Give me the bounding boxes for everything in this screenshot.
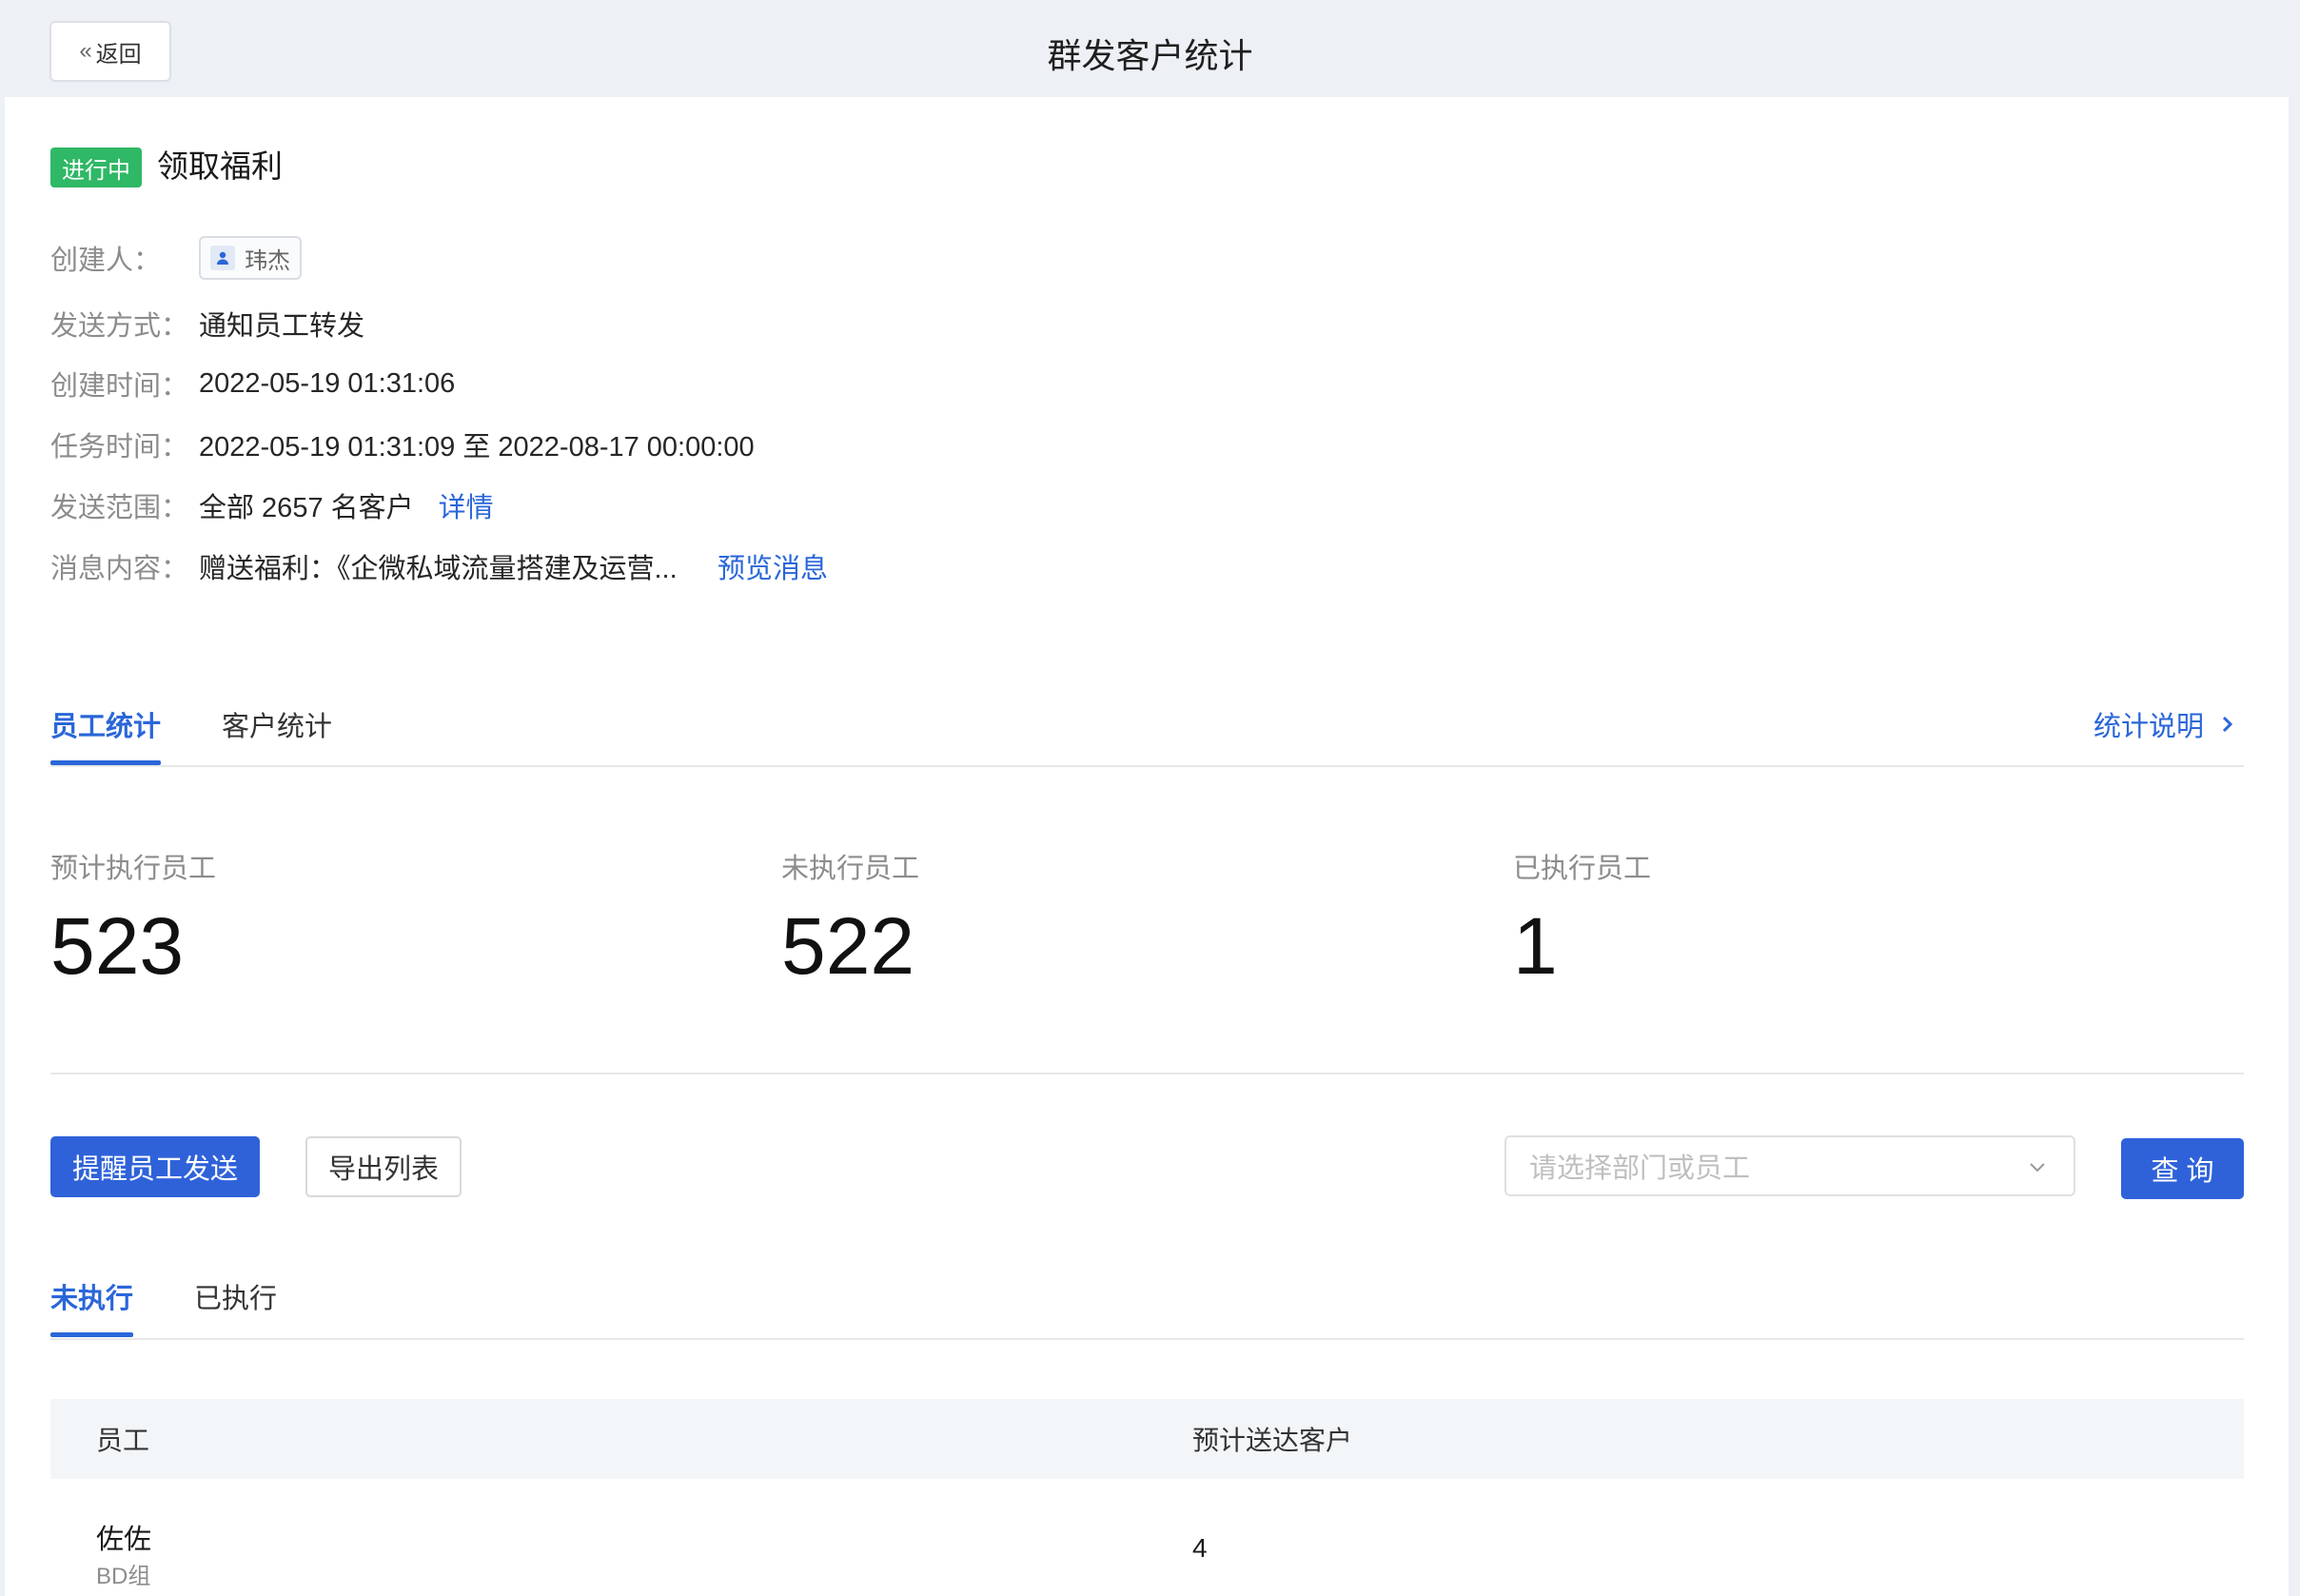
creator-name: 玮杰	[245, 247, 290, 274]
table-row-employee-dept: BD组	[96, 1564, 151, 1589]
created-time-label: 创建时间：	[50, 371, 189, 402]
select-placeholder: 请选择部门或员工	[1529, 1153, 1751, 1184]
chevron-down-icon	[2030, 1163, 2045, 1172]
preview-message-link[interactable]: 预览消息	[718, 546, 828, 586]
stats-note-link[interactable]: 统计说明	[2094, 704, 2242, 744]
content-row: 消息内容： 赠送福利：《企微私域流量搭建及运营... 预览消息	[50, 547, 828, 585]
stat-label-expected: 预计执行员工	[50, 854, 217, 884]
stat-value-expected: 523	[50, 901, 185, 991]
stat-value-unexecuted: 522	[781, 901, 915, 991]
content-label: 消息内容：	[50, 554, 189, 584]
stats-note-label: 统计说明	[2093, 712, 2204, 742]
scope-row: 发送范围： 全部 2657 名客户 详情	[50, 486, 494, 524]
creator-chip[interactable]: 玮杰	[199, 236, 302, 280]
chevron-right-icon	[2222, 716, 2233, 733]
scope-value: 全部 2657 名客户	[199, 493, 414, 523]
stats-divider	[50, 1073, 2244, 1074]
tab-employee-stats[interactable]: 员工统计	[50, 704, 162, 765]
created-time-row: 创建时间： 2022-05-19 01:31:06	[50, 365, 455, 403]
remind-employees-button[interactable]: 提醒员工发送	[50, 1136, 260, 1197]
tabs-divider	[50, 765, 2244, 767]
task-time-label: 任务时间：	[50, 432, 189, 463]
scope-label: 发送范围：	[50, 493, 189, 523]
stat-label-executed: 已执行员工	[1513, 854, 1652, 884]
table-row-employee-name: 佐佐	[96, 1525, 152, 1555]
subtabs-divider	[50, 1338, 2244, 1340]
table-header: 员工 预计送达客户	[50, 1399, 2244, 1479]
tab-customer-stats[interactable]: 客户统计	[222, 704, 332, 744]
export-list-button[interactable]: 导出列表	[305, 1136, 462, 1197]
table-row-customer-count: 4	[1192, 1533, 1208, 1563]
tab-unexecuted[interactable]: 未执行	[50, 1276, 134, 1337]
back-label: 返回	[95, 41, 142, 68]
page-title: 群发客户统计	[1047, 36, 1253, 75]
stats-tabs: 员工统计 客户统计	[50, 704, 332, 765]
creator-label: 创建人：	[50, 246, 162, 276]
execution-tabs: 未执行 已执行	[50, 1276, 277, 1337]
stat-label-unexecuted: 未执行员工	[781, 854, 920, 884]
creator-row: 创建人： 玮杰	[50, 236, 302, 280]
column-header-expected-customers: 预计送达客户	[1192, 1426, 1353, 1455]
column-header-employee: 员工	[96, 1426, 150, 1455]
send-method-row: 发送方式： 通知员工转发	[50, 305, 364, 343]
stat-value-executed: 1	[1513, 901, 1558, 991]
user-icon	[210, 246, 235, 270]
tab-executed[interactable]: 已执行	[194, 1276, 277, 1316]
task-time-value: 2022-05-19 01:31:09 至 2022-08-17 00:00:0…	[199, 432, 755, 463]
status-badge: 进行中	[50, 148, 142, 187]
send-method-label: 发送方式：	[50, 311, 189, 342]
query-button[interactable]: 查 询	[2121, 1138, 2244, 1199]
created-time-value: 2022-05-19 01:31:06	[199, 367, 456, 399]
content-value: 赠送福利：《企微私域流量搭建及运营...	[199, 554, 678, 584]
back-button[interactable]: « 返回	[49, 21, 171, 82]
task-time-row: 任务时间： 2022-05-19 01:31:09 至 2022-08-17 0…	[50, 425, 755, 463]
double-chevron-left-icon: «	[79, 38, 92, 64]
department-employee-select[interactable]: 请选择部门或员工	[1504, 1135, 2075, 1196]
scope-detail-link[interactable]: 详情	[439, 485, 494, 525]
task-name: 领取福利	[157, 148, 283, 184]
send-method-value: 通知员工转发	[199, 311, 365, 342]
